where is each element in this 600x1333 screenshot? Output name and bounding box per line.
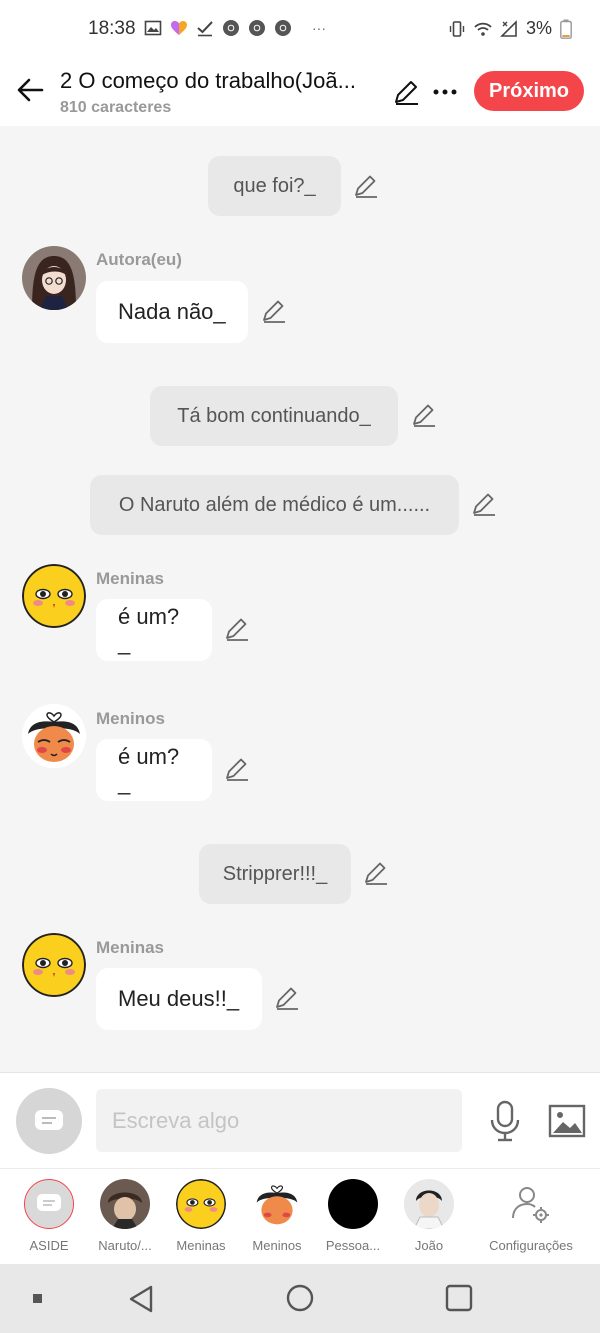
edit-message-pencil-icon[interactable] (471, 491, 497, 517)
character-name: Autora(eu) (96, 250, 182, 269)
chrome-icon (275, 20, 291, 36)
character-message-bubble[interactable]: é um?_ (96, 739, 212, 801)
back-triangle-icon[interactable] (127, 1284, 155, 1314)
vibrate-icon (449, 20, 465, 37)
edit-message-pencil-icon[interactable] (224, 616, 250, 642)
character-label: Pessoa... (325, 1238, 381, 1253)
blush-face-avatar (252, 1179, 302, 1229)
message-input-bar (0, 1072, 600, 1168)
edit-message-pencil-icon[interactable] (274, 985, 300, 1011)
character-label: Meninos (252, 1238, 302, 1253)
character-name: Meninas (96, 938, 165, 957)
heart-app-icon (171, 21, 187, 35)
signal-icon (500, 19, 517, 37)
chat-area[interactable]: que foi?_ Autora(eu) Nada não_ Tá bom co… (0, 126, 600, 1072)
image-notification-icon (144, 20, 162, 36)
character-pessoa[interactable]: Pessoa... (313, 1179, 393, 1253)
edit-message-pencil-icon[interactable] (363, 860, 389, 886)
narration-bubble[interactable]: O Naruto além de médico é um...... (90, 475, 459, 535)
chrome-icon (249, 20, 265, 36)
character-label: Meninas (176, 1238, 226, 1253)
joao-avatar (404, 1179, 454, 1229)
character-naruto[interactable]: Naruto/... (85, 1179, 165, 1253)
character-label: ASIDE (29, 1238, 69, 1253)
system-navigation-bar (0, 1264, 600, 1333)
yellow-face-avatar (176, 1179, 226, 1229)
character-meninos[interactable]: Meninos (237, 1179, 317, 1253)
status-system-icons: 3% (448, 18, 572, 39)
menu-square-icon[interactable] (33, 1294, 43, 1304)
yellow-face-avatar[interactable] (22, 933, 86, 997)
narration-bubble[interactable]: Tá bom continuando_ (150, 386, 398, 446)
edit-pencil-icon[interactable] (392, 78, 420, 106)
more-options-icon[interactable] (431, 78, 459, 106)
edit-message-pencil-icon[interactable] (353, 173, 379, 199)
character-joao[interactable]: João (389, 1179, 469, 1253)
edit-message-pencil-icon[interactable] (411, 402, 437, 428)
character-label: João (414, 1238, 444, 1253)
more-notifications-icon: ··· (312, 20, 326, 36)
status-time: 18:38 (88, 18, 136, 39)
back-arrow-icon[interactable] (14, 74, 46, 106)
character-aside[interactable]: ASIDE (9, 1179, 89, 1253)
character-meninas[interactable]: Meninas (161, 1179, 241, 1253)
chat-bubble-icon (35, 1110, 63, 1130)
character-message-bubble[interactable]: Nada não_ (96, 281, 248, 343)
yellow-face-avatar[interactable] (22, 564, 86, 628)
character-selector-bar: ASIDE Naruto/... Meninas Meninos Pessoa.… (0, 1168, 600, 1264)
character-message-bubble[interactable]: Meu deus!!_ (96, 968, 262, 1030)
chat-mode-toggle[interactable] (16, 1088, 82, 1154)
recents-square-icon[interactable] (445, 1284, 473, 1312)
home-circle-icon[interactable] (286, 1284, 314, 1312)
narration-bubble[interactable]: que foi?_ (208, 156, 341, 216)
character-count: 810 caracteres (60, 99, 172, 116)
story-header: 2 O começo do trabalho(Joã... 810 caract… (0, 58, 600, 126)
character-name: Meninas (96, 569, 165, 588)
character-label: Naruto/... (98, 1238, 152, 1253)
next-button[interactable]: Próximo (474, 71, 584, 111)
naruto-avatar (100, 1179, 150, 1229)
edit-message-pencil-icon[interactable] (224, 756, 250, 782)
narration-bubble[interactable]: Strip­prer!!!_ (199, 844, 351, 904)
character-message-bubble[interactable]: é um?_ (96, 599, 212, 661)
check-notification-icon (197, 21, 213, 37)
black-avatar (328, 1179, 378, 1229)
girl-avatar[interactable] (22, 246, 86, 310)
character-name: Meninos (96, 709, 165, 728)
battery-icon (560, 19, 572, 39)
character-settings[interactable]: Configurações (483, 1179, 579, 1253)
microphone-icon[interactable] (488, 1100, 522, 1142)
blush-face-avatar[interactable] (22, 704, 86, 768)
settings-user-icon (506, 1179, 556, 1229)
edit-message-pencil-icon[interactable] (261, 298, 287, 324)
image-upload-icon[interactable] (548, 1103, 586, 1139)
chapter-title[interactable]: 2 O começo do trabalho(Joã... (60, 68, 382, 94)
battery-percent: 3% (525, 18, 552, 38)
status-bar: 18:38 ··· 3% (0, 0, 600, 58)
message-input[interactable] (96, 1089, 462, 1152)
chrome-icon (223, 20, 239, 36)
wifi-icon (474, 22, 492, 36)
aside-chat-icon (24, 1179, 74, 1229)
status-notification-icons: ··· (144, 19, 326, 37)
character-label: Configurações (489, 1238, 573, 1253)
